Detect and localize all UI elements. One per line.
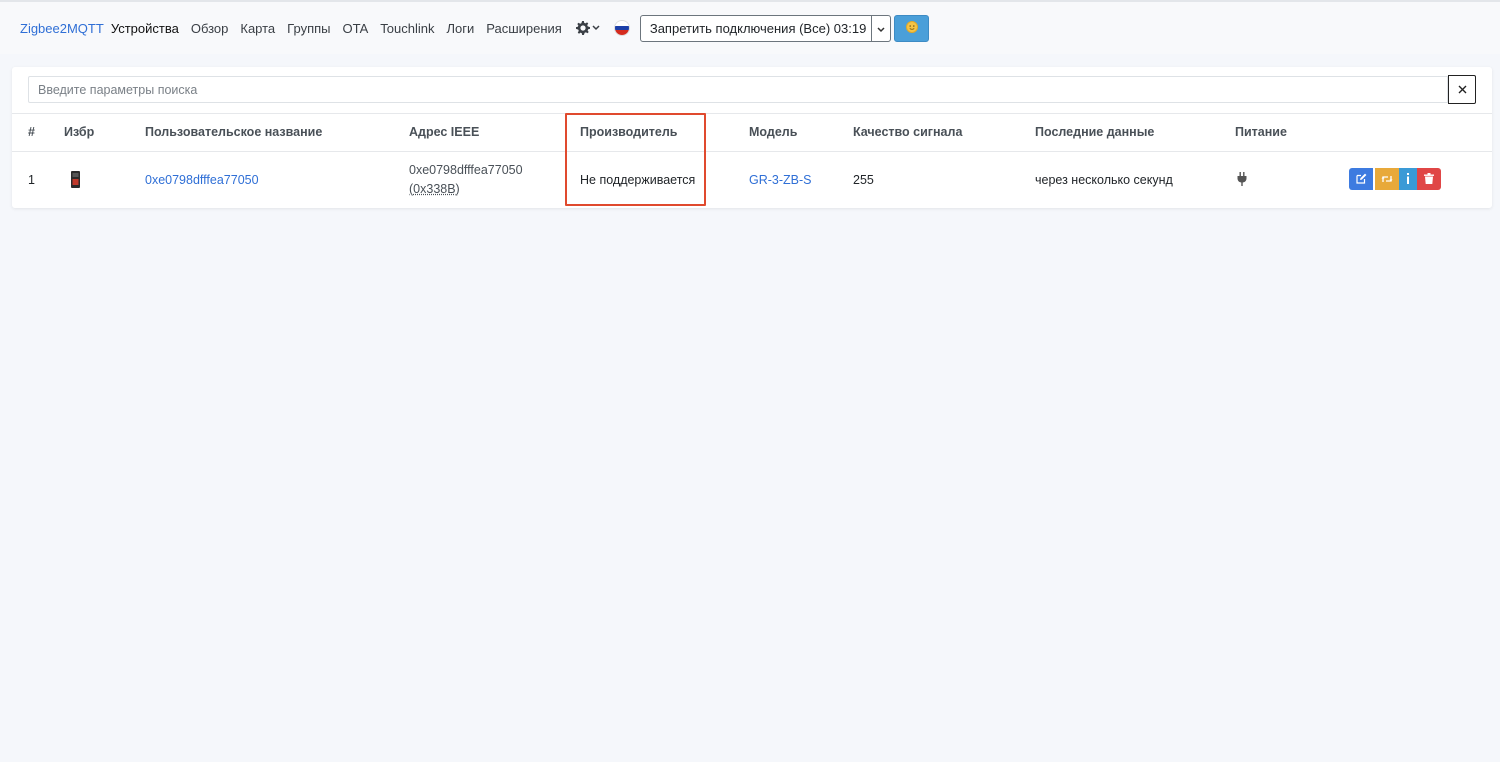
ieee-address: 0xe0798dfffea77050	[409, 163, 523, 177]
nav-ota[interactable]: OTA	[343, 21, 369, 36]
table-top-divider	[12, 113, 1492, 114]
plug-icon	[1237, 172, 1247, 189]
nav-map[interactable]: Карта	[240, 21, 275, 36]
table-header-divider	[12, 151, 1492, 152]
delete-button[interactable]	[1417, 168, 1441, 190]
header-ieee[interactable]: Адрес IEEE	[409, 125, 479, 139]
clear-search-button[interactable]	[1448, 75, 1476, 104]
chevron-down-icon	[592, 25, 600, 31]
header-favorite[interactable]: Избр	[64, 125, 94, 139]
header-last-seen[interactable]: Последние данные	[1035, 125, 1154, 139]
info-button[interactable]	[1399, 168, 1417, 190]
row-index: 1	[28, 173, 35, 187]
permit-join-dropdown-toggle[interactable]	[872, 14, 892, 42]
header-index: #	[28, 125, 35, 139]
header-lqi[interactable]: Качество сигнала	[853, 125, 962, 139]
russia-flag-icon[interactable]	[613, 20, 630, 36]
reconfigure-button[interactable]	[1375, 168, 1399, 190]
network-address: (0x338B)	[409, 182, 460, 196]
nav-dashboard[interactable]: Обзор	[191, 21, 229, 36]
info-icon	[1406, 172, 1410, 187]
brand-link[interactable]: Zigbee2MQTT	[20, 21, 104, 36]
navbar: Zigbee2MQTT Устройства Обзор Карта Групп…	[0, 2, 1500, 54]
gear-icon	[575, 21, 590, 35]
devices-card: # Избр Пользовательское название Адрес I…	[12, 67, 1492, 208]
nav-extensions[interactable]: Расширения	[486, 21, 562, 36]
nav-devices[interactable]: Устройства	[111, 21, 179, 36]
search-row	[28, 75, 1476, 104]
lqi-value: 255	[853, 173, 874, 187]
chevron-down-icon	[877, 21, 885, 36]
edit-icon	[1355, 172, 1367, 187]
nav-touchlink[interactable]: Touchlink	[380, 21, 434, 36]
settings-dropdown[interactable]	[575, 21, 600, 35]
device-thumbnail	[71, 171, 80, 188]
edit-button[interactable]	[1349, 168, 1373, 190]
manufacturer-column-highlight	[565, 113, 706, 206]
trash-icon	[1424, 172, 1434, 187]
header-power[interactable]: Питание	[1235, 125, 1287, 139]
header-friendly-name[interactable]: Пользовательское название	[145, 125, 322, 139]
close-icon	[1458, 82, 1467, 97]
model-link[interactable]: GR-3-ZB-S	[749, 173, 812, 187]
nav-logs[interactable]: Логи	[446, 21, 474, 36]
permit-join-button[interactable]: Запретить подключения (Все) 03:19	[639, 14, 873, 42]
sun-icon	[905, 20, 919, 37]
nav-groups[interactable]: Группы	[287, 21, 330, 36]
row-actions	[1349, 168, 1441, 190]
device-friendly-name-link[interactable]: 0xe0798dfffea77050	[145, 173, 259, 187]
last-seen-value: через несколько секунд	[1035, 173, 1173, 187]
search-input[interactable]	[28, 76, 1448, 103]
permit-join-group: Запретить подключения (Все) 03:19	[639, 14, 892, 42]
theme-toggle-button[interactable]	[894, 14, 930, 42]
header-model[interactable]: Модель	[749, 125, 797, 139]
retweet-icon	[1381, 172, 1393, 187]
